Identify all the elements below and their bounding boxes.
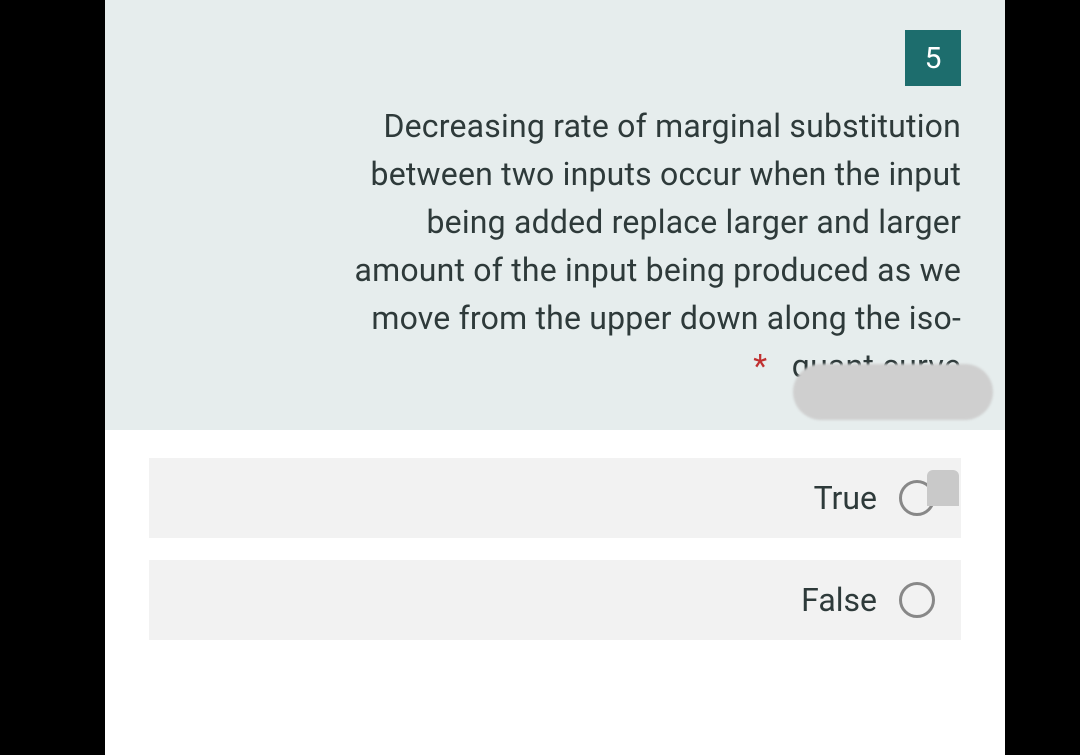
option-label: True xyxy=(814,479,877,517)
question-number: 5 xyxy=(925,41,942,76)
question-number-badge: 5 xyxy=(905,30,961,86)
option-false[interactable]: False xyxy=(149,560,961,640)
options-area: True False xyxy=(105,430,1005,672)
quiz-content: 5 Decreasing rate of marginal substituti… xyxy=(105,0,1005,755)
question-text: Decreasing rate of marginal substitution… xyxy=(149,102,961,390)
radio-icon[interactable] xyxy=(899,582,935,618)
question-card: 5 Decreasing rate of marginal substituti… xyxy=(105,0,1005,430)
option-true[interactable]: True xyxy=(149,458,961,538)
required-marker: * xyxy=(753,347,767,385)
scrollbar-hint xyxy=(927,470,959,506)
redaction-smudge xyxy=(793,364,993,420)
option-label: False xyxy=(801,581,877,619)
